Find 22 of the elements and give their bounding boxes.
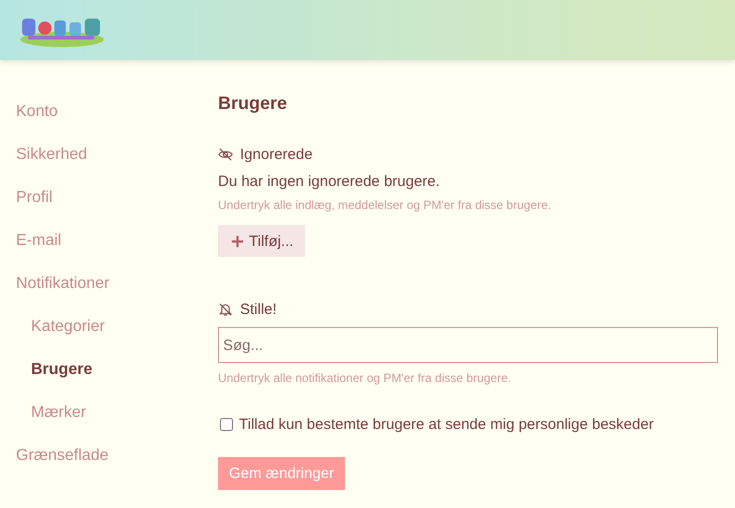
section-heading: Ignorerede	[240, 146, 313, 163]
sidebar-item[interactable]: Konto	[16, 88, 58, 131]
sidebar-item[interactable]: Sikkerhed	[16, 131, 88, 174]
bell-slash-icon	[218, 302, 233, 317]
sidebar-item[interactable]: Kategorier	[31, 303, 105, 346]
page-title: Brugere	[218, 93, 288, 114]
search-field[interactable]: Søg...	[218, 327, 718, 363]
section-heading: Stille!	[240, 301, 277, 318]
sidebar-item[interactable]: Profil	[16, 174, 52, 217]
hint-text: Undertryk alle indlæg, meddelelser og PM'er fra disse brugere.	[218, 198, 552, 212]
eye-slash-icon	[218, 147, 233, 162]
hint-text: Undertryk alle notifikationer og PM'er fra disse brugere.	[218, 371, 512, 385]
add-button[interactable]: Tilføj...	[218, 225, 306, 257]
checkbox-label: Tillad kun bestemte brugere at sende mig personlige beskeder	[239, 416, 654, 433]
sidebar-item[interactable]: Notifikationer	[16, 260, 110, 303]
checkbox[interactable]	[220, 418, 233, 431]
empty-message: Du har ingen ignorerede brugere.	[218, 173, 440, 190]
sidebar-item[interactable]: E-mail	[16, 217, 62, 260]
sidebar-item[interactable]: Grænseflade	[16, 432, 108, 475]
sidebar-item[interactable]: Brugere	[31, 346, 92, 389]
plus-icon	[230, 234, 245, 248]
sidebar-item[interactable]: Mærker	[31, 389, 86, 432]
